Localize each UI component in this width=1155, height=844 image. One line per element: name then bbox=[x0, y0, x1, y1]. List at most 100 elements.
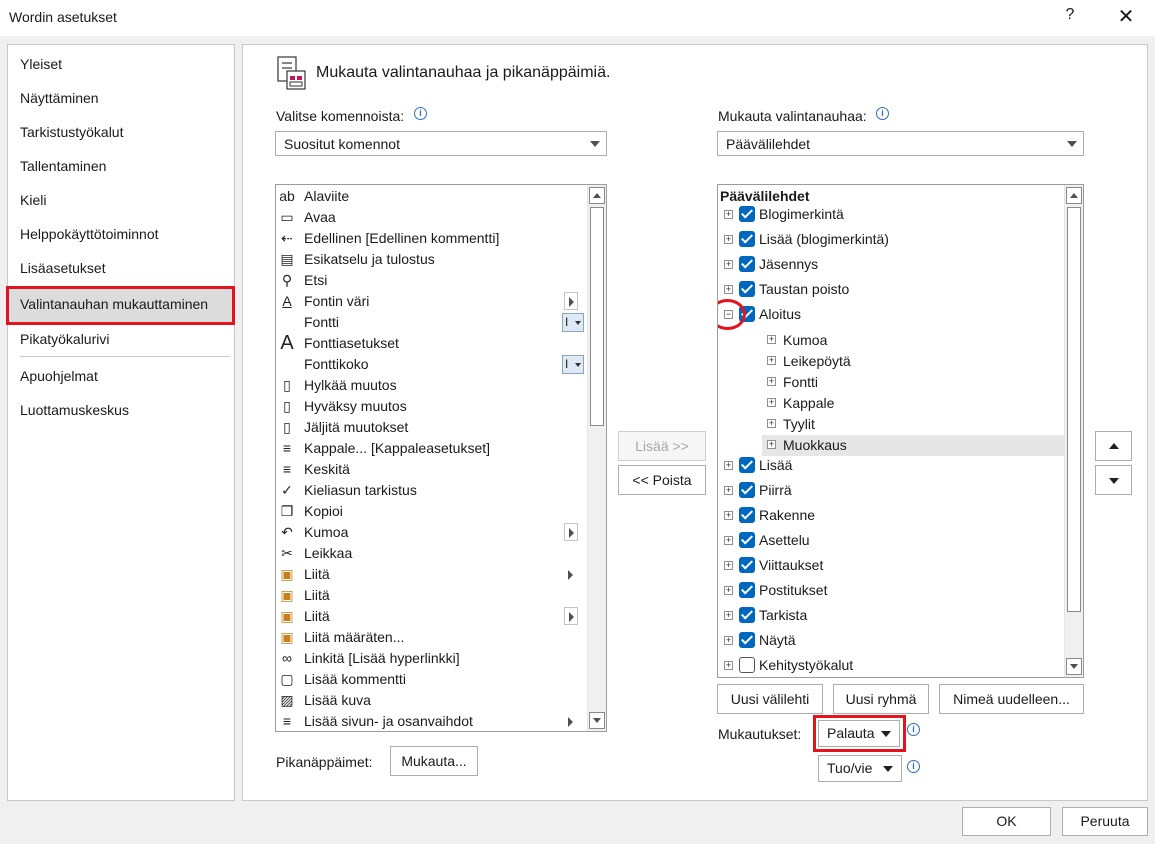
expand-icon[interactable]: + bbox=[724, 235, 733, 244]
tree-scrollbar[interactable] bbox=[1064, 185, 1083, 677]
commands-listbox[interactable]: ab Alaviite ▭ Avaa ⇠ Edellinen [Edellinen kom… bbox=[275, 184, 607, 732]
import-export-dropdown-button[interactable]: Tuo/vie bbox=[818, 755, 902, 782]
tab-checkbox[interactable] bbox=[739, 231, 755, 247]
expand-icon[interactable]: + bbox=[724, 210, 733, 219]
ok-button[interactable]: OK bbox=[962, 807, 1051, 836]
new-tab-button[interactable]: Uusi välilehti bbox=[717, 684, 823, 714]
command-list-item[interactable]: ❐ Kopioi bbox=[276, 501, 586, 522]
nav-item-trust-center[interactable]: Luottamuskeskus bbox=[20, 402, 129, 418]
ribbon-tab-item[interactable]: + Jäsennys bbox=[718, 254, 1064, 275]
nav-item-quick-access-toolbar[interactable]: Pikatyökalurivi bbox=[20, 331, 109, 347]
tab-checkbox[interactable] bbox=[739, 632, 755, 648]
add-button[interactable]: Lisää >> bbox=[618, 431, 706, 461]
tab-checkbox[interactable] bbox=[739, 281, 755, 297]
expand-icon[interactable]: + bbox=[724, 586, 733, 595]
nav-item-accessibility[interactable]: Helppokäyttötoiminnot bbox=[20, 226, 159, 242]
customize-shortcuts-button[interactable]: Mukauta... bbox=[390, 746, 478, 776]
ribbon-tab-item[interactable]: + Viittaukset bbox=[718, 555, 1064, 576]
help-icon[interactable]: ? bbox=[1062, 6, 1078, 28]
command-list-item[interactable]: ▯ Hylkää muutos bbox=[276, 375, 586, 396]
expand-icon[interactable]: + bbox=[724, 561, 733, 570]
scroll-thumb[interactable] bbox=[1067, 207, 1081, 612]
command-list-item[interactable]: ▣ Liitä bbox=[276, 606, 586, 627]
command-list-item[interactable]: ▭ Avaa bbox=[276, 207, 586, 228]
expand-icon[interactable]: + bbox=[767, 356, 776, 365]
tab-checkbox[interactable] bbox=[739, 457, 755, 473]
scroll-up-button[interactable] bbox=[589, 187, 605, 204]
expand-icon[interactable]: + bbox=[724, 536, 733, 545]
ribbon-group-item[interactable]: + Kumoa bbox=[762, 330, 1064, 351]
info-icon[interactable]: i bbox=[907, 760, 920, 773]
info-icon[interactable]: i bbox=[414, 107, 427, 120]
close-icon[interactable]: ✕ bbox=[1112, 4, 1140, 30]
command-list-item[interactable]: ▣ Liitä määräten... bbox=[276, 627, 586, 648]
command-list-item[interactable]: ↶ Kumoa bbox=[276, 522, 586, 543]
ribbon-tab-item[interactable]: + Postitukset bbox=[718, 580, 1064, 601]
expand-icon[interactable]: + bbox=[724, 636, 733, 645]
nav-item-language[interactable]: Kieli bbox=[20, 192, 46, 208]
ribbon-tab-item[interactable]: + Tarkista bbox=[718, 605, 1064, 626]
nav-item-customize-ribbon[interactable]: Valintanauhan mukauttaminen bbox=[20, 296, 208, 312]
command-list-item[interactable]: ∞ Linkitä [Lisää hyperlinkki] bbox=[276, 648, 586, 669]
scroll-up-button[interactable] bbox=[1066, 187, 1082, 204]
ribbon-tab-item[interactable]: + Taustan poisto bbox=[718, 279, 1064, 300]
tab-checkbox[interactable] bbox=[739, 482, 755, 498]
ribbon-tab-item[interactable]: − Aloitus bbox=[718, 304, 1064, 325]
ribbon-tab-item[interactable]: + Blogimerkintä bbox=[718, 204, 1064, 225]
scroll-down-button[interactable] bbox=[589, 712, 605, 729]
ribbon-tab-item[interactable]: + Näytä bbox=[718, 630, 1064, 651]
expand-icon[interactable]: + bbox=[724, 611, 733, 620]
expand-icon[interactable]: + bbox=[767, 335, 776, 344]
ribbon-tab-item[interactable]: + Asettelu bbox=[718, 530, 1064, 551]
command-list-item[interactable]: ▢ Lisää kommentti bbox=[276, 669, 586, 690]
ribbon-tab-item[interactable]: + Lisää bbox=[718, 455, 1064, 476]
nav-item-advanced[interactable]: Lisäasetukset bbox=[20, 260, 106, 276]
command-list-item[interactable]: ab Alaviite bbox=[276, 186, 586, 207]
ribbon-tab-item[interactable]: + Rakenne bbox=[718, 505, 1064, 526]
expand-icon[interactable]: + bbox=[767, 419, 776, 428]
command-list-item[interactable]: ⚲ Etsi bbox=[276, 270, 586, 291]
tab-checkbox[interactable] bbox=[739, 206, 755, 222]
command-list-item[interactable]: Fontti I bbox=[276, 312, 586, 333]
command-list-item[interactable]: Fonttikoko I bbox=[276, 354, 586, 375]
command-list-item[interactable]: ▣ Liitä bbox=[276, 564, 586, 585]
tab-checkbox[interactable] bbox=[739, 507, 755, 523]
move-down-button[interactable] bbox=[1095, 465, 1132, 495]
expand-icon[interactable]: + bbox=[767, 440, 776, 449]
rename-button[interactable]: Nimeä uudelleen... bbox=[939, 684, 1084, 714]
cancel-button[interactable]: Peruuta bbox=[1062, 807, 1148, 836]
choose-commands-dropdown[interactable]: Suositut komennot bbox=[275, 131, 607, 156]
expand-icon[interactable]: + bbox=[724, 285, 733, 294]
command-list-item[interactable]: ▣ Liitä bbox=[276, 585, 586, 606]
ribbon-group-item[interactable]: + Fontti bbox=[762, 372, 1064, 393]
nav-item-general[interactable]: Yleiset bbox=[20, 56, 62, 72]
tab-checkbox[interactable] bbox=[739, 607, 755, 623]
nav-item-proofing[interactable]: Tarkistustyökalut bbox=[20, 124, 123, 140]
text-cursor-dropdown-icon[interactable]: I bbox=[562, 313, 584, 332]
command-list-item[interactable]: ≡ Lisää sivun- ja osanvaihdot bbox=[276, 711, 586, 731]
tab-checkbox[interactable] bbox=[739, 657, 755, 673]
commands-scrollbar[interactable] bbox=[587, 185, 606, 731]
expand-icon[interactable]: + bbox=[767, 398, 776, 407]
command-list-item[interactable]: ≡ Kappale... [Kappaleasetukset] bbox=[276, 438, 586, 459]
expand-icon[interactable]: + bbox=[724, 260, 733, 269]
command-list-item[interactable]: ▨ Lisää kuva bbox=[276, 690, 586, 711]
ribbon-group-item[interactable]: + Leikepöytä bbox=[762, 351, 1064, 372]
info-icon[interactable]: i bbox=[876, 107, 889, 120]
tab-checkbox[interactable] bbox=[739, 582, 755, 598]
expand-icon[interactable]: + bbox=[724, 661, 733, 670]
nav-item-display[interactable]: Näyttäminen bbox=[20, 90, 99, 106]
command-list-item[interactable]: ⇠ Edellinen [Edellinen kommentti] bbox=[276, 228, 586, 249]
tab-checkbox[interactable] bbox=[739, 557, 755, 573]
expand-icon[interactable]: + bbox=[724, 461, 733, 470]
command-list-item[interactable]: ▤ Esikatselu ja tulostus bbox=[276, 249, 586, 270]
command-list-item[interactable]: A Fonttiasetukset bbox=[276, 333, 586, 354]
command-list-item[interactable]: ▯ Jäljitä muutokset bbox=[276, 417, 586, 438]
expand-icon[interactable]: + bbox=[767, 377, 776, 386]
ribbon-tab-item[interactable]: + Lisää (blogimerkintä) bbox=[718, 229, 1064, 250]
expand-icon[interactable]: + bbox=[724, 486, 733, 495]
nav-item-add-ins[interactable]: Apuohjelmat bbox=[20, 368, 98, 384]
command-list-item[interactable]: ✓ Kieliasun tarkistus bbox=[276, 480, 586, 501]
text-cursor-dropdown-icon[interactable]: I bbox=[562, 355, 584, 374]
scroll-down-button[interactable] bbox=[1066, 658, 1082, 675]
